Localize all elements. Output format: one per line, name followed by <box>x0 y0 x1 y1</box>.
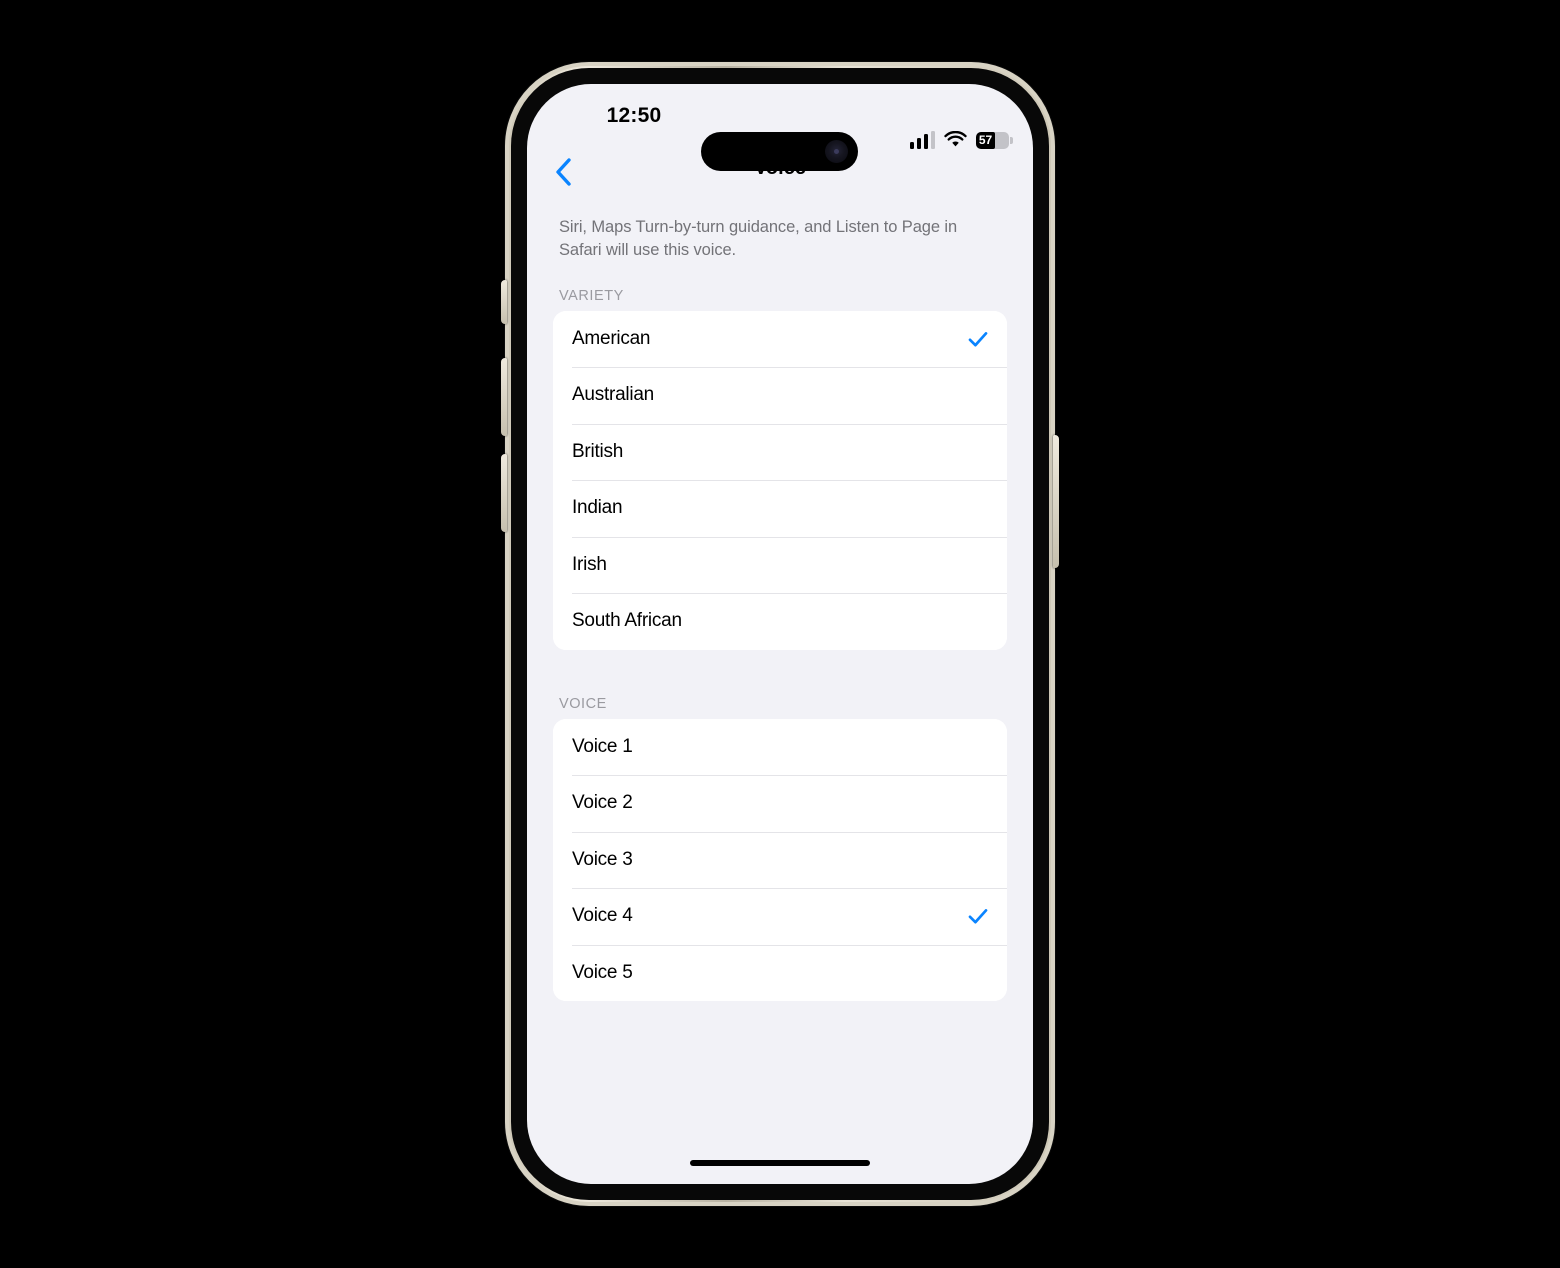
settings-content: Siri, Maps Turn-by-turn guidance, and Li… <box>527 198 1033 1184</box>
section-header-variety: VARIETY <box>559 287 624 304</box>
list-item-label: Voice 1 <box>572 735 633 757</box>
power-button[interactable] <box>1053 435 1059 568</box>
list-item-label: Voice 3 <box>572 848 633 870</box>
list-item-indian[interactable]: Indian <box>553 480 1007 537</box>
list-item-irish[interactable]: Irish <box>553 536 1007 594</box>
voice-list: Voice 1 Voice 2 Voice 3 Voice 4 Voice 5 <box>553 718 1007 1002</box>
list-item-voice-2[interactable]: Voice 2 <box>553 775 1007 832</box>
list-item-label: Voice 2 <box>572 792 633 814</box>
list-item-label: Irish <box>572 553 607 575</box>
list-item-british[interactable]: British <box>553 423 1007 481</box>
screenshot-canvas: 12:50 57 Voice Siri, Maps Turn-by-turn g… <box>0 0 1560 1268</box>
status-time: 12:50 <box>606 104 662 127</box>
list-item-south-african[interactable]: South African <box>553 593 1007 650</box>
list-item-voice-3[interactable]: Voice 3 <box>553 831 1007 889</box>
variety-list: American Australian British Indian Irish… <box>553 310 1007 650</box>
list-item-label: Voice 4 <box>572 905 633 927</box>
status-bar: 12:50 57 <box>527 84 1033 171</box>
home-indicator[interactable] <box>690 1160 870 1166</box>
iphone-device: 12:50 57 Voice Siri, Maps Turn-by-turn g… <box>501 62 1059 1206</box>
list-item-label: American <box>572 327 651 349</box>
list-item-american[interactable]: American <box>553 310 1007 368</box>
list-item-australian[interactable]: Australian <box>553 367 1007 424</box>
navigation-bar: Voice <box>527 146 1033 198</box>
volume-down-button[interactable] <box>501 454 507 532</box>
section-footnote: Siri, Maps Turn-by-turn guidance, and Li… <box>559 218 958 259</box>
list-item-voice-1[interactable]: Voice 1 <box>553 718 1007 776</box>
list-item-label: South African <box>572 610 682 632</box>
checkmark-icon <box>968 331 988 347</box>
volume-up-button[interactable] <box>501 358 507 436</box>
battery-cap <box>1010 136 1013 144</box>
page-title: Voice <box>754 157 806 179</box>
phone-screen: 12:50 57 Voice Siri, Maps Turn-by-turn g… <box>527 84 1033 1184</box>
list-item-label: Australian <box>572 384 654 406</box>
list-item-voice-5[interactable]: Voice 5 <box>553 944 1007 1002</box>
checkmark-icon <box>968 909 988 924</box>
action-button[interactable] <box>501 280 507 324</box>
list-item-label: Voice 5 <box>572 961 633 983</box>
section-header-voice: VOICE <box>559 695 607 712</box>
list-item-label: British <box>572 440 624 462</box>
list-item-voice-4[interactable]: Voice 4 <box>553 888 1007 945</box>
list-item-label: Indian <box>572 497 623 519</box>
